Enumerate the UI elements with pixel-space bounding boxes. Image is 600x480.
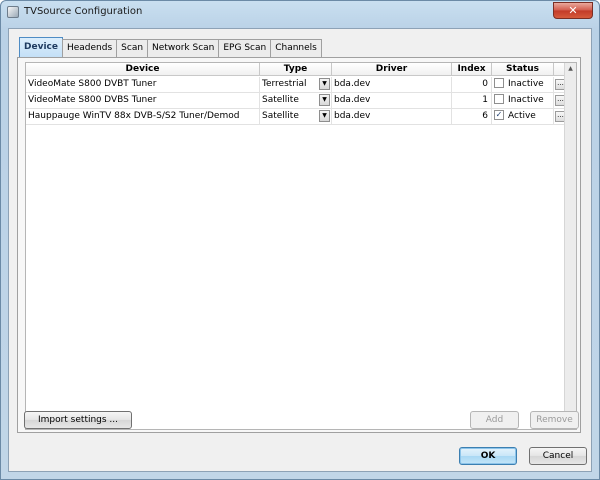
type-value: Satellite [262, 111, 299, 121]
tab-channels[interactable]: Channels [270, 39, 322, 57]
type-select[interactable]: Satellite ▼ [260, 109, 332, 124]
status-cell: Inactive [492, 93, 554, 108]
type-select[interactable]: Satellite ▼ [260, 93, 332, 108]
window-title: TVSource Configuration [24, 6, 143, 17]
status-cell: Inactive [492, 77, 554, 92]
chevron-down-icon[interactable]: ▼ [319, 94, 330, 106]
table-row[interactable]: VideoMate S800 DVBS Tuner Satellite ▼ bd… [26, 93, 568, 109]
column-header-type[interactable]: Type [260, 63, 332, 76]
device-name-cell: VideoMate S800 DVBS Tuner [26, 93, 260, 108]
scroll-up-icon[interactable]: ▲ [565, 63, 576, 75]
close-icon: ✕ [568, 4, 578, 17]
chevron-down-icon[interactable]: ▼ [319, 110, 330, 122]
device-grid: Device Type Driver Index Status VideoMat… [25, 62, 577, 430]
device-tab-panel: Device Type Driver Index Status VideoMat… [17, 57, 581, 433]
driver-cell: bda.dev [332, 109, 452, 124]
column-header-index[interactable]: Index [452, 63, 492, 76]
type-value: Satellite [262, 95, 299, 105]
ok-button[interactable]: OK [459, 447, 517, 465]
status-label: Inactive [508, 79, 544, 89]
grid-header-row: Device Type Driver Index Status [26, 63, 568, 76]
tab-headends[interactable]: Headends [61, 39, 118, 57]
config-window: TVSource Configuration ✕ Device Headends… [0, 0, 600, 480]
active-checkbox[interactable] [494, 77, 504, 88]
dialog-client-area: Device Headends Scan Network Scan EPG Sc… [8, 28, 592, 472]
table-row[interactable]: VideoMate S800 DVBT Tuner Terrestrial ▼ … [26, 77, 568, 93]
type-select[interactable]: Terrestrial ▼ [260, 77, 332, 92]
title-bar[interactable]: TVSource Configuration ✕ [1, 1, 599, 25]
app-icon [7, 6, 19, 18]
column-header-status[interactable]: Status [492, 63, 554, 76]
column-header-device[interactable]: Device [26, 63, 260, 76]
status-cell: ✓ Active [492, 109, 554, 124]
chevron-down-icon[interactable]: ▼ [319, 78, 330, 90]
tab-epg-scan[interactable]: EPG Scan [218, 39, 272, 57]
tab-scan[interactable]: Scan [116, 39, 149, 57]
tab-device[interactable]: Device [19, 37, 63, 57]
tab-strip: Device Headends Scan Network Scan EPG Sc… [19, 37, 322, 57]
active-checkbox[interactable] [494, 93, 504, 104]
type-value: Terrestrial [262, 79, 307, 89]
status-label: Inactive [508, 95, 544, 105]
table-row[interactable]: Hauppauge WinTV 88x DVB-S/S2 Tuner/Demod… [26, 109, 568, 125]
vertical-scrollbar[interactable]: ▲ ▼ [564, 63, 576, 429]
tab-network-scan[interactable]: Network Scan [147, 39, 220, 57]
import-settings-button[interactable]: Import settings ... [24, 411, 132, 429]
status-label: Active [508, 111, 536, 121]
driver-cell: bda.dev [332, 93, 452, 108]
index-cell: 1 [452, 93, 492, 108]
column-header-driver[interactable]: Driver [332, 63, 452, 76]
close-button[interactable]: ✕ [553, 2, 593, 19]
remove-button[interactable]: Remove [530, 411, 579, 429]
index-cell: 6 [452, 109, 492, 124]
cancel-button[interactable]: Cancel [529, 447, 587, 465]
index-cell: 0 [452, 77, 492, 92]
device-name-cell: VideoMate S800 DVBT Tuner [26, 77, 260, 92]
add-button[interactable]: Add [470, 411, 519, 429]
active-checkbox[interactable]: ✓ [494, 109, 504, 120]
driver-cell: bda.dev [332, 77, 452, 92]
device-name-cell: Hauppauge WinTV 88x DVB-S/S2 Tuner/Demod [26, 109, 260, 124]
